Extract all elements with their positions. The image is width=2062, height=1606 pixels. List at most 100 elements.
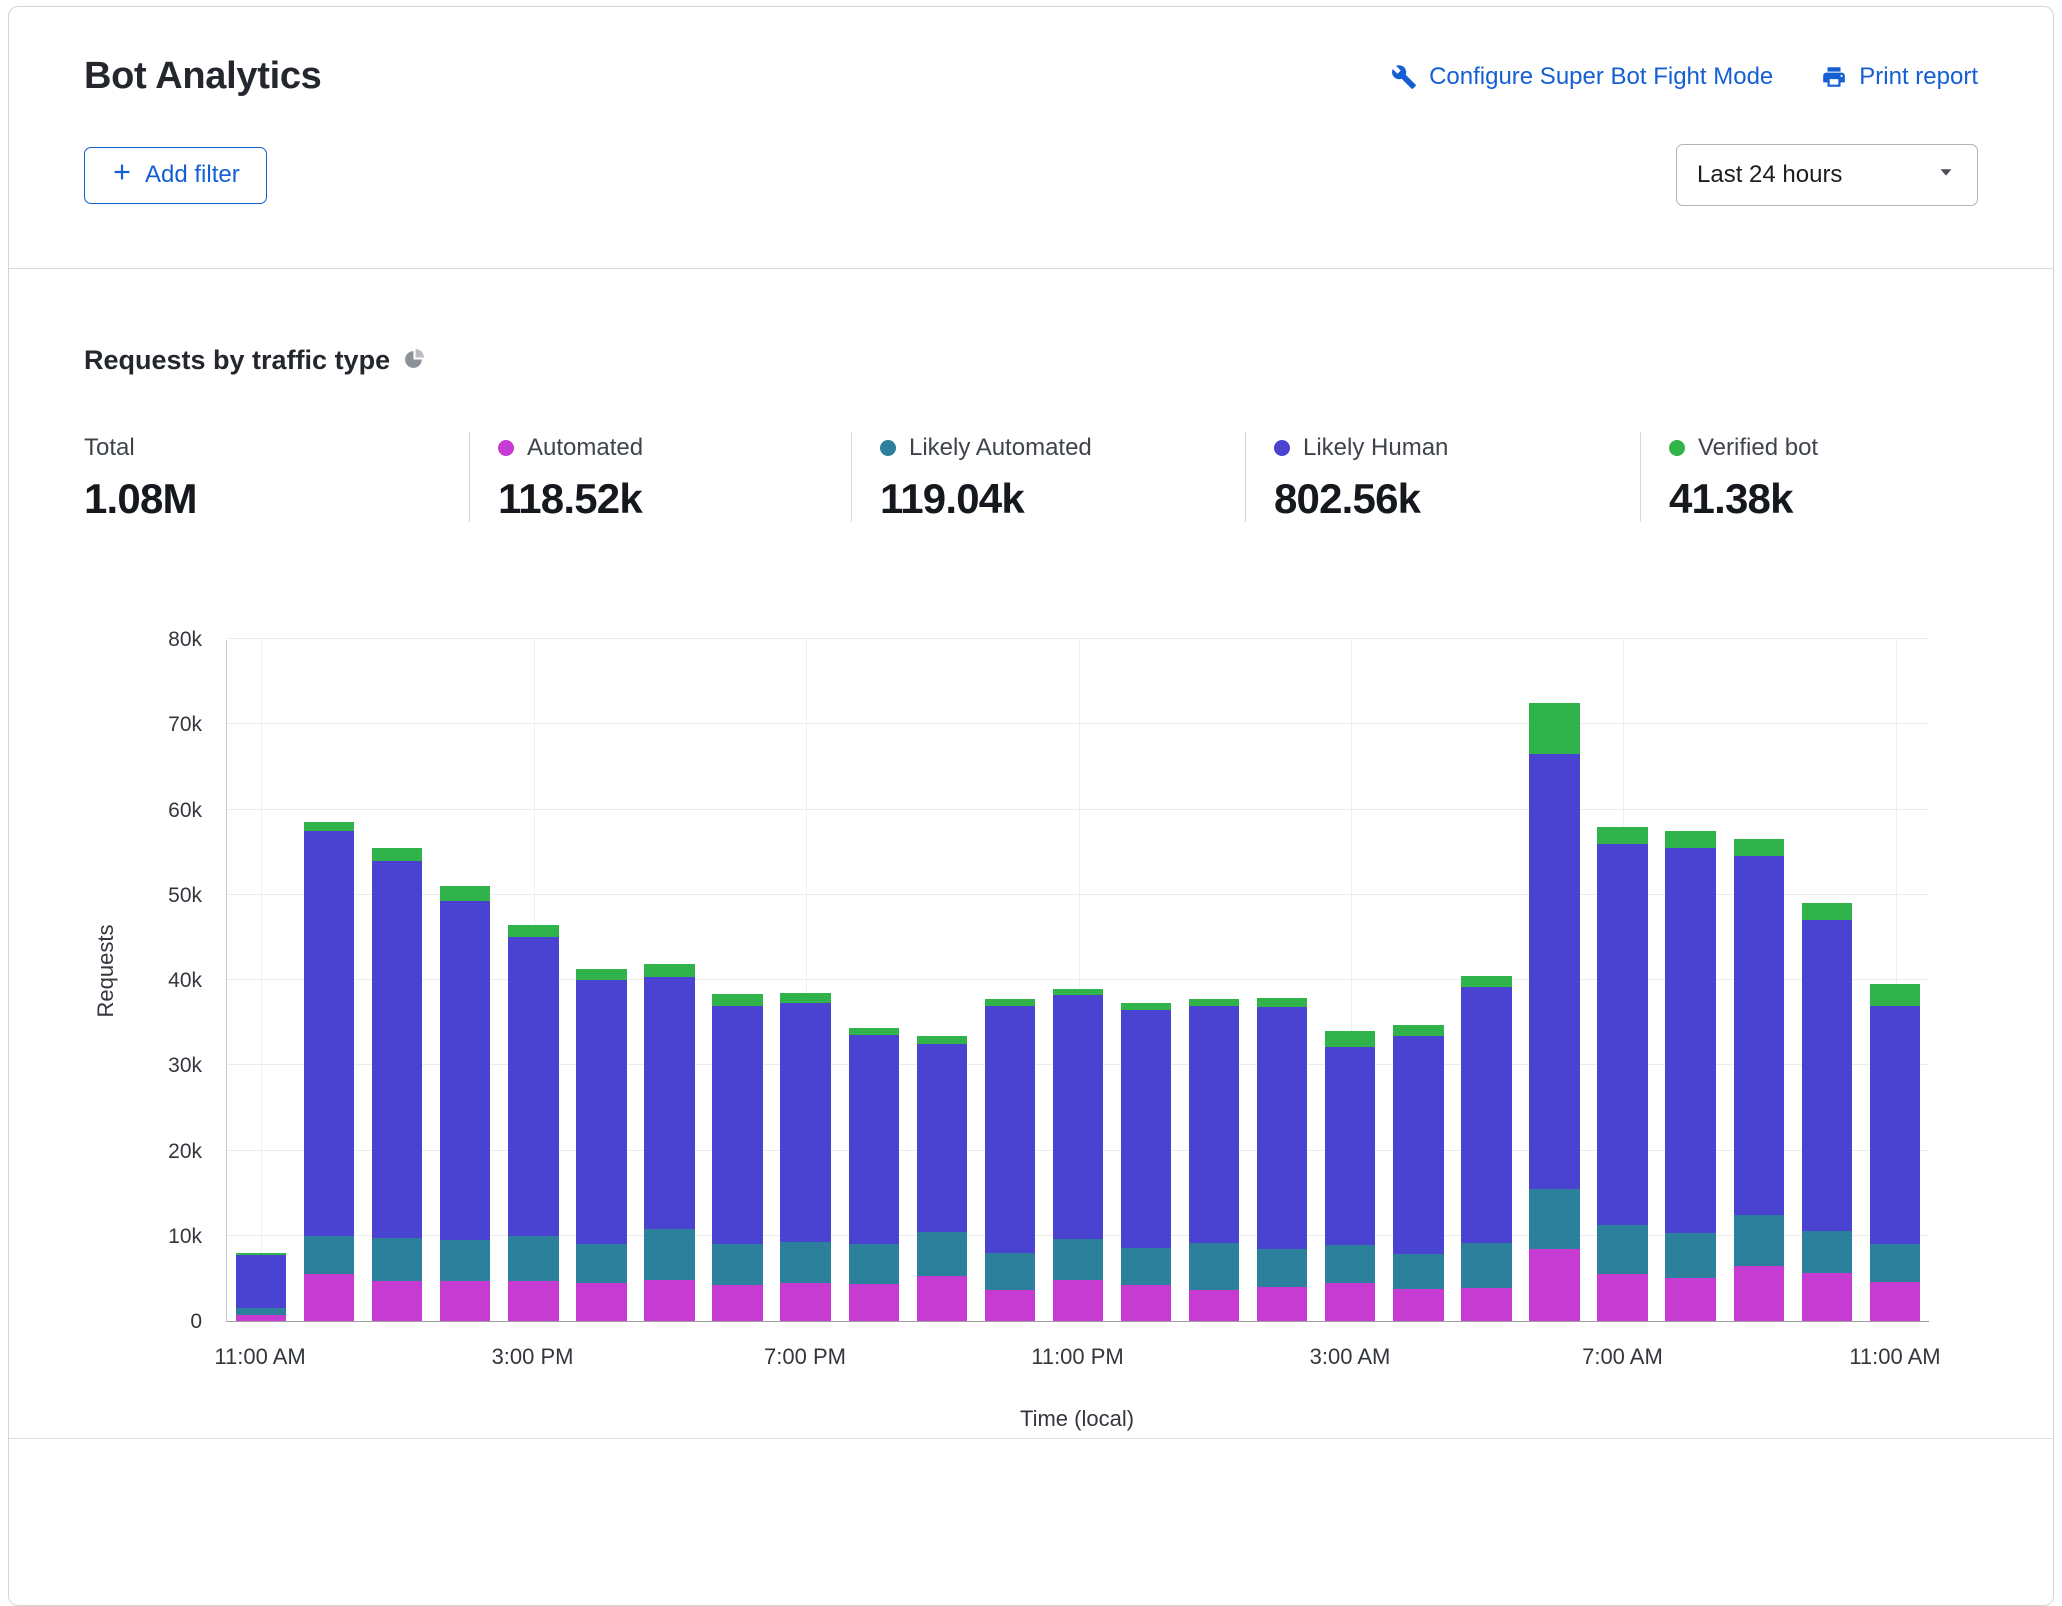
bar[interactable]: [499, 640, 567, 1321]
bar[interactable]: [1520, 640, 1588, 1321]
bar-segment: [1325, 1245, 1375, 1283]
stat-automated-label: Automated: [527, 434, 643, 462]
bar-segment: [1597, 827, 1647, 844]
bar-segment: [1121, 1285, 1171, 1321]
bar[interactable]: [772, 640, 840, 1321]
bar[interactable]: [1384, 640, 1452, 1321]
stat-verified-bot[interactable]: Verified bot 41.38k: [1640, 432, 1818, 522]
bar-segment: [917, 1044, 967, 1232]
bar[interactable]: [1589, 640, 1657, 1321]
bar[interactable]: [840, 640, 908, 1321]
bar-segment: [917, 1036, 967, 1044]
bar[interactable]: [635, 640, 703, 1321]
bar[interactable]: [704, 640, 772, 1321]
bar-segment: [644, 964, 694, 978]
stat-total: Total 1.08M: [84, 432, 469, 522]
y-tick-label: 40k: [84, 968, 202, 994]
bar-stack: [1189, 999, 1239, 1321]
stat-likely-human[interactable]: Likely Human 802.56k: [1245, 432, 1640, 522]
bar-segment: [1325, 1031, 1375, 1047]
add-filter-label: Add filter: [145, 161, 240, 189]
bar-segment: [372, 848, 422, 861]
x-tick-label: 11:00 AM: [1849, 1344, 1940, 1370]
bar-segment: [304, 831, 354, 1236]
stat-total-label: Total: [84, 434, 469, 462]
bar-segment: [780, 1003, 830, 1242]
likely-human-legend-dot: [1274, 440, 1290, 456]
stat-verified-bot-label: Verified bot: [1698, 434, 1818, 462]
x-tick-label: 11:00 PM: [1031, 1344, 1124, 1370]
y-tick-label: 70k: [84, 712, 202, 738]
requests-chart: Requests Time (local) 010k20k30k40k50k60…: [84, 570, 1978, 1450]
time-range-select[interactable]: Last 24 hours: [1676, 144, 1978, 206]
stat-automated[interactable]: Automated 118.52k: [469, 432, 851, 522]
bar[interactable]: [1657, 640, 1725, 1321]
bar-segment: [712, 1006, 762, 1245]
bar[interactable]: [227, 640, 295, 1321]
stat-likely-human-label: Likely Human: [1303, 434, 1448, 462]
bar-segment: [576, 1283, 626, 1321]
bar[interactable]: [295, 640, 363, 1321]
wrench-icon: [1391, 64, 1417, 90]
bar[interactable]: [1793, 640, 1861, 1321]
bot-analytics-card: Bot Analytics Configure Super Bot Fight …: [8, 6, 2054, 1606]
bar-segment: [780, 1242, 830, 1283]
y-tick-label: 80k: [84, 627, 202, 653]
bar-segment: [440, 1281, 490, 1321]
bar-stack: [1393, 1025, 1443, 1321]
time-range-value: Last 24 hours: [1697, 161, 1842, 189]
bar-segment: [1189, 1290, 1239, 1321]
bar-segment: [1121, 1010, 1171, 1248]
bar-segment: [1325, 1283, 1375, 1321]
bar[interactable]: [363, 640, 431, 1321]
bar[interactable]: [1248, 640, 1316, 1321]
bar-segment: [985, 1290, 1035, 1321]
bar-segment: [1870, 1006, 1920, 1245]
bar[interactable]: [1044, 640, 1112, 1321]
bar-segment: [1665, 1278, 1715, 1321]
bar-segment: [1597, 844, 1647, 1225]
bar-segment: [236, 1315, 286, 1321]
bar-segment: [1121, 1248, 1171, 1286]
bar[interactable]: [1112, 640, 1180, 1321]
bar[interactable]: [1180, 640, 1248, 1321]
bar[interactable]: [908, 640, 976, 1321]
bar-segment: [1053, 995, 1103, 1240]
bar-segment: [1597, 1274, 1647, 1321]
bar-segment: [1802, 903, 1852, 920]
section-divider: [9, 1438, 2053, 1439]
bar-segment: [780, 993, 830, 1003]
add-filter-button[interactable]: Add filter: [84, 147, 267, 204]
stat-likely-automated[interactable]: Likely Automated 119.04k: [851, 432, 1245, 522]
printer-icon: [1821, 64, 1847, 90]
x-tick-label: 3:00 PM: [492, 1344, 574, 1370]
bar-stack: [1325, 1031, 1375, 1321]
configure-super-bot-fight-mode-link[interactable]: Configure Super Bot Fight Mode: [1391, 63, 1773, 91]
bar-segment: [1734, 1215, 1784, 1266]
y-tick-label: 0: [84, 1309, 202, 1335]
print-report-link[interactable]: Print report: [1821, 63, 1978, 91]
y-tick-label: 30k: [84, 1053, 202, 1079]
bar[interactable]: [1861, 640, 1929, 1321]
bar[interactable]: [431, 640, 499, 1321]
bar-segment: [508, 937, 558, 1235]
bar[interactable]: [1316, 640, 1384, 1321]
bar[interactable]: [976, 640, 1044, 1321]
bar[interactable]: [1725, 640, 1793, 1321]
x-tick-label: 3:00 AM: [1310, 1344, 1391, 1370]
print-link-label: Print report: [1859, 63, 1978, 91]
bar[interactable]: [1452, 640, 1520, 1321]
stat-likely-automated-value: 119.04k: [880, 476, 1245, 522]
bar-segment: [849, 1244, 899, 1284]
bar-stack: [1870, 984, 1920, 1321]
configure-link-label: Configure Super Bot Fight Mode: [1429, 63, 1773, 91]
section-title: Requests by traffic type: [84, 345, 390, 376]
bar-stack: [712, 994, 762, 1321]
card-header: Bot Analytics Configure Super Bot Fight …: [9, 7, 2053, 268]
bar[interactable]: [567, 640, 635, 1321]
bar-segment: [712, 1285, 762, 1321]
bar-segment: [985, 1253, 1035, 1291]
bar-segment: [1597, 1225, 1647, 1274]
bar-stack: [236, 1253, 286, 1321]
bar-segment: [1053, 1239, 1103, 1280]
